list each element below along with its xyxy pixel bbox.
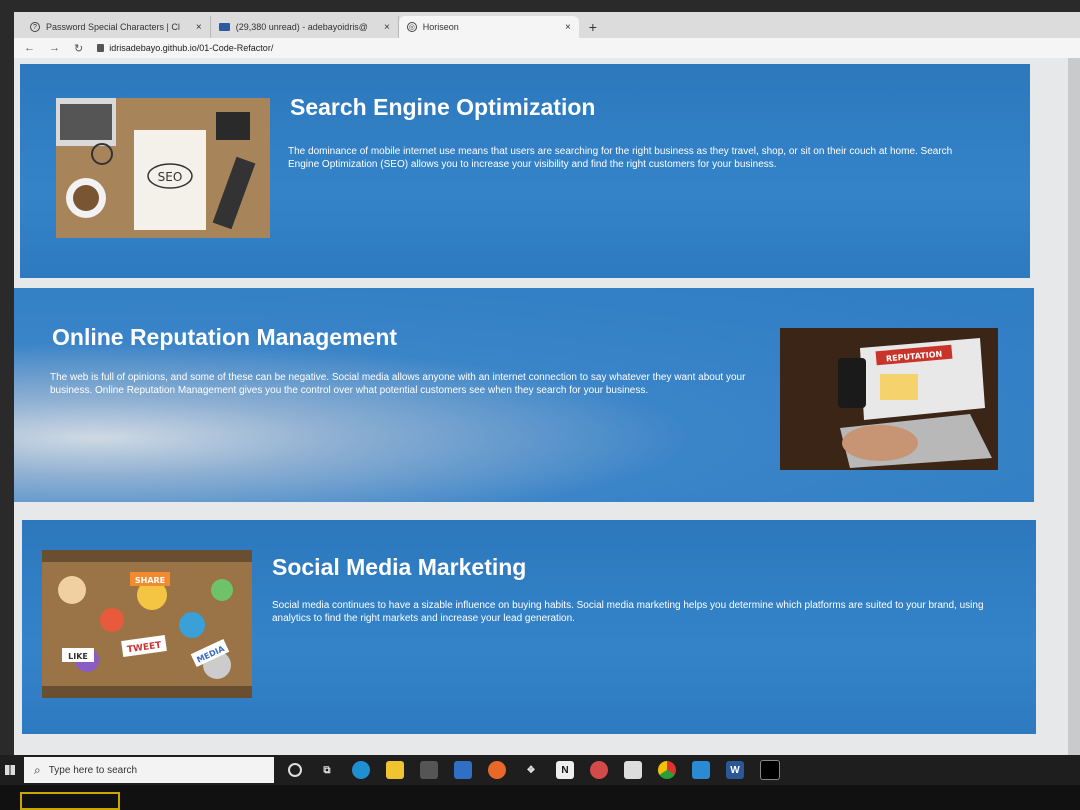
windows-icon xyxy=(5,765,15,775)
globe-icon: ◎ xyxy=(406,22,417,32)
close-icon[interactable]: × xyxy=(196,22,202,33)
tab-password[interactable]: ? Password Special Characters | Cl × xyxy=(22,16,211,38)
seo-title: Search Engine Optimization xyxy=(290,94,596,120)
task-view-icon[interactable]: ⧉ xyxy=(318,761,336,779)
windows-taskbar: ⌕ Type here to search ⧉ ❖ N W xyxy=(0,755,1080,785)
reputation-image: REPUTATION xyxy=(780,328,998,470)
social-image: TWEET SHARE LIKE MEDIA xyxy=(42,550,252,698)
password-icon: ? xyxy=(30,22,40,32)
forward-icon[interactable]: → xyxy=(49,42,60,54)
word-icon[interactable]: W xyxy=(726,761,744,779)
page-viewport: SEO Search Engine Optimization The domin… xyxy=(14,58,1080,755)
tab-horiseon[interactable]: ◎ Horiseon × xyxy=(398,16,579,38)
seo-image: SEO xyxy=(56,98,270,238)
page-margin xyxy=(1068,58,1080,755)
tab-label: Password Special Characters | Cl xyxy=(46,22,180,32)
monitor-bezel xyxy=(0,785,1080,810)
reload-icon[interactable]: ↻ xyxy=(74,42,83,55)
reputation-text: The web is full of opinions, and some of… xyxy=(50,372,746,396)
tab-mail[interactable]: (29,380 unread) - adebayoidris@ × xyxy=(211,16,399,38)
lock-icon xyxy=(97,44,105,52)
social-section: TWEET SHARE LIKE MEDIA Social Media Mark… xyxy=(22,520,1036,734)
file-explorer-icon[interactable] xyxy=(386,761,404,779)
taskbar-apps: ⧉ ❖ N W xyxy=(288,760,780,780)
dropbox-icon[interactable]: ❖ xyxy=(522,761,540,779)
tab-label: Horiseon xyxy=(422,22,459,32)
start-button[interactable] xyxy=(0,755,20,785)
reputation-title: Online Reputation Management xyxy=(52,324,398,350)
chrome-icon[interactable] xyxy=(658,761,676,779)
close-icon[interactable]: × xyxy=(565,22,571,33)
store-icon[interactable] xyxy=(420,761,438,779)
notion-icon[interactable]: N xyxy=(556,761,574,779)
notes-icon[interactable] xyxy=(624,761,642,779)
address-bar: ← → ↻ idrisadebayo.github.io/01-Code-Ref… xyxy=(14,38,1080,58)
firefox-icon[interactable] xyxy=(488,761,506,779)
mail-icon[interactable] xyxy=(454,761,472,779)
close-icon[interactable]: × xyxy=(384,22,390,33)
share-label: SHARE xyxy=(135,576,165,585)
new-tab-button[interactable]: + xyxy=(579,16,607,38)
social-title: Social Media Marketing xyxy=(272,554,527,580)
cortana-icon[interactable] xyxy=(288,763,302,777)
seo-section: SEO Search Engine Optimization The domin… xyxy=(20,64,1030,278)
mail-icon xyxy=(218,23,230,31)
search-icon: ⌕ xyxy=(34,762,41,777)
back-icon[interactable]: ← xyxy=(24,42,35,54)
browser-tab-bar: ? Password Special Characters | Cl × (29… xyxy=(14,12,1080,38)
tab-label: (29,380 unread) - adebayoidris@ xyxy=(235,22,368,32)
vscode-icon[interactable] xyxy=(692,761,710,779)
edge-icon[interactable] xyxy=(352,761,370,779)
url-text: idrisadebayo.github.io/01-Code-Refactor/ xyxy=(109,43,274,53)
monitor-label xyxy=(20,792,120,810)
terminal-icon[interactable] xyxy=(760,760,780,780)
reputation-section: Online Reputation Management The web is … xyxy=(14,288,1034,502)
url-field[interactable]: idrisadebayo.github.io/01-Code-Refactor/ xyxy=(97,43,273,53)
social-text: Social media continues to have a sizable… xyxy=(272,600,984,624)
seo-text: The dominance of mobile internet use mea… xyxy=(288,146,953,170)
search-placeholder: Type here to search xyxy=(48,764,138,776)
like-label: LIKE xyxy=(68,652,88,661)
seo-image-text: SEO xyxy=(158,170,183,184)
taskbar-search[interactable]: ⌕ Type here to search xyxy=(24,757,274,783)
app-icon[interactable] xyxy=(590,761,608,779)
